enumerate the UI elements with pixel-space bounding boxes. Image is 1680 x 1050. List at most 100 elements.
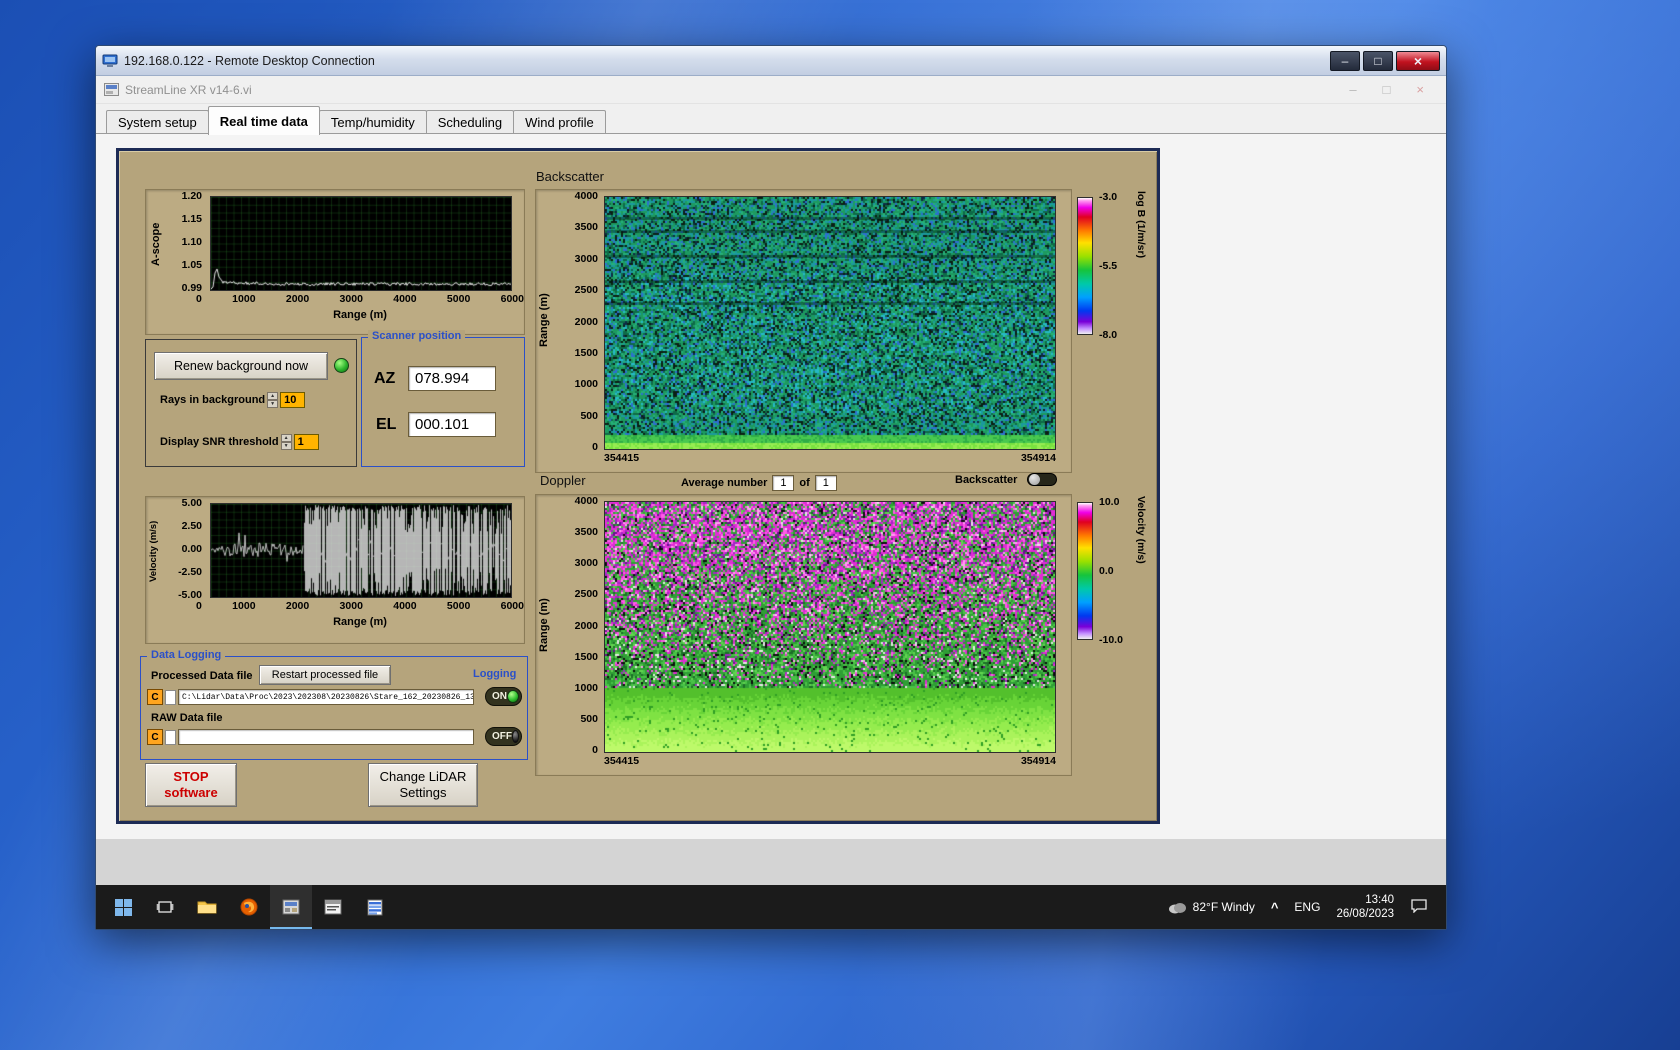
tick-label: 3000 xyxy=(339,293,363,305)
doppler-colorbar-label: Velocity (m/s) xyxy=(1135,496,1147,564)
desktop-background: 192.168.0.122 - Remote Desktop Connectio… xyxy=(0,0,1680,1050)
backscatter-heatmap: Range (m) 4000 3500 3000 2500 2000 1500 1000 50… xyxy=(535,189,1072,473)
backscatter-toggle-label: Backscatter xyxy=(955,473,1018,486)
app-minimize-button[interactable]: – xyxy=(1349,82,1356,97)
raw-file-page-icon xyxy=(165,729,176,745)
tick-label: 4000 xyxy=(574,495,598,507)
taskbar: 82°F Windy ^ ENG 13:40 26/08/2023 xyxy=(96,885,1446,929)
rdp-minimize-button[interactable]: – xyxy=(1330,50,1360,71)
tick-label: 4000 xyxy=(393,600,417,612)
az-value-field[interactable]: 078.994 xyxy=(408,366,496,391)
app-client-area: Backscatter Doppler A-scope 1.20 1.15 1.10… xyxy=(96,134,1446,839)
backscatter-yticks: 4000 3500 3000 2500 2000 1500 1000 500 0 xyxy=(556,190,598,453)
rdp-titlebar[interactable]: 192.168.0.122 - Remote Desktop Connectio… xyxy=(96,46,1446,76)
tab-wind-profile[interactable]: Wind profile xyxy=(513,110,606,134)
task-view-button[interactable] xyxy=(144,885,186,929)
doppler-colorbar: 10.0 0.0 -10.0 Velocity (m/s) xyxy=(1077,496,1165,656)
rays-spinner[interactable]: ▲ ▼ xyxy=(267,392,279,408)
rdp-maximize-button[interactable]: □ xyxy=(1363,50,1393,71)
raw-drive-button[interactable]: C xyxy=(147,729,163,745)
clock-date: 26/08/2023 xyxy=(1336,908,1394,920)
raw-logging-off-button[interactable]: OFF xyxy=(485,727,522,746)
start-button[interactable] xyxy=(102,885,144,929)
change-lidar-settings-button[interactable]: Change LiDAR Settings xyxy=(368,763,478,807)
backscatter-colorbar: -3.0 -5.5 -8.0 log B (1/m/sr) xyxy=(1077,191,1165,351)
tab-temp-humidity[interactable]: Temp/humidity xyxy=(318,110,427,134)
ascope-yticks: 1.20 1.15 1.10 1.05 0.99 xyxy=(168,190,202,294)
scanner-position-group: Scanner position AZ 078.994 EL 000.101 xyxy=(361,330,525,467)
scanner-position-title: Scanner position xyxy=(368,330,466,342)
off-label: OFF xyxy=(492,731,512,742)
el-label: EL xyxy=(376,416,397,433)
backscatter-ylabel: Range (m) xyxy=(538,293,550,347)
doppler-heatmap: Range (m) 4000 3500 3000 2500 2000 1500 1000 50… xyxy=(535,494,1072,776)
file-explorer-button[interactable] xyxy=(186,885,228,929)
processed-drive-button[interactable]: C xyxy=(147,689,163,705)
stop-software-button[interactable]: STOP software xyxy=(145,763,237,807)
renew-status-led xyxy=(334,358,349,373)
rdp-close-button[interactable]: × xyxy=(1396,50,1440,71)
tick-label: 4000 xyxy=(393,293,417,305)
backscatter-colorbar-ticks: -3.0 -5.5 -8.0 xyxy=(1099,191,1117,341)
tick-label: 5.00 xyxy=(181,497,202,509)
ascope-ylabel: A-scope xyxy=(150,222,162,266)
app-window-controls: – □ × xyxy=(1349,82,1438,97)
tick-label: 0.00 xyxy=(181,543,202,555)
raw-path-field[interactable] xyxy=(178,729,474,745)
velocity-xlabel: Range (m) xyxy=(333,616,387,628)
notification-center-button[interactable] xyxy=(1410,898,1428,916)
velocity-plot-canvas xyxy=(210,503,512,598)
average-count-field[interactable]: 1 xyxy=(814,475,837,491)
tray-expand-chevron[interactable]: ^ xyxy=(1271,900,1279,915)
app-close-button[interactable]: × xyxy=(1416,82,1424,97)
tick-label: 1000 xyxy=(574,681,598,694)
app-titlebar[interactable]: StreamLine XR v14-6.vi – □ × xyxy=(96,76,1446,104)
app-maximize-button[interactable]: □ xyxy=(1383,82,1391,97)
snr-value-field[interactable]: 1 xyxy=(293,434,319,450)
tick-label: 1.10 xyxy=(181,236,202,248)
backscatter-heatmap-canvas xyxy=(604,196,1056,450)
scan-schedule-app-button[interactable] xyxy=(312,885,354,929)
tick-label: 1000 xyxy=(574,378,598,391)
document-app-button[interactable] xyxy=(354,885,396,929)
backscatter-colorbar-gradient xyxy=(1077,197,1093,335)
tick-label: 0 xyxy=(592,744,598,756)
weather-cloud-icon xyxy=(1168,903,1186,914)
off-led xyxy=(512,730,519,743)
tick-label: 1500 xyxy=(574,346,598,359)
doppler-ylabel: Range (m) xyxy=(538,598,550,652)
tab-system-setup[interactable]: System setup xyxy=(106,110,209,134)
processed-path-field[interactable]: C:\Lidar\Data\Proc\2023\202308\20230826\… xyxy=(178,689,474,705)
el-value-field[interactable]: 000.101 xyxy=(408,412,496,437)
tick-label: 2500 xyxy=(574,284,598,297)
tick-label: -5.5 xyxy=(1099,260,1118,272)
doppler-colorbar-gradient xyxy=(1077,502,1093,640)
doppler-heading: Doppler xyxy=(540,473,586,488)
tick-label: 3000 xyxy=(574,557,598,570)
processed-logging-on-button[interactable]: ON xyxy=(485,687,522,706)
backscatter-colorbar-label: log B (1/m/sr) xyxy=(1135,191,1147,259)
change-line2: Settings xyxy=(399,785,447,800)
renew-background-button[interactable]: Renew background now xyxy=(154,352,328,380)
snr-spinner[interactable]: ▲ ▼ xyxy=(280,434,292,450)
ascope-plot: A-scope 1.20 1.15 1.10 1.05 0.99 0 1000 2000 30… xyxy=(145,189,525,335)
restart-processed-file-button[interactable]: Restart processed file xyxy=(259,665,391,685)
language-indicator[interactable]: ENG xyxy=(1294,900,1320,914)
rays-value-field[interactable]: 10 xyxy=(280,392,306,408)
ascope-xlabel: Range (m) xyxy=(333,309,387,321)
tab-real-time-data[interactable]: Real time data xyxy=(207,106,320,135)
tick-label: -3.0 xyxy=(1099,191,1118,203)
firefox-button[interactable] xyxy=(228,885,270,929)
backscatter-toggle-switch[interactable] xyxy=(1027,473,1058,486)
rays-in-background-label: Rays in background xyxy=(160,394,266,406)
average-number-field[interactable]: 1 xyxy=(772,475,795,491)
tick-label: 2500 xyxy=(574,588,598,601)
clock[interactable]: 13:40 26/08/2023 xyxy=(1336,893,1394,922)
streamline-app-button[interactable] xyxy=(270,885,312,929)
weather-widget[interactable]: 82°F Windy xyxy=(1167,900,1255,914)
tick-label: 2000 xyxy=(285,293,310,305)
average-number-control: Average number 1 of 1 xyxy=(681,475,837,491)
main-panel: Backscatter Doppler A-scope 1.20 1.15 1.10… xyxy=(116,148,1160,824)
velocity-plot: Velocity (m/s) 5.00 2.50 0.00 -2.50 -5.00 01… xyxy=(145,496,525,644)
tab-scheduling[interactable]: Scheduling xyxy=(425,110,515,134)
